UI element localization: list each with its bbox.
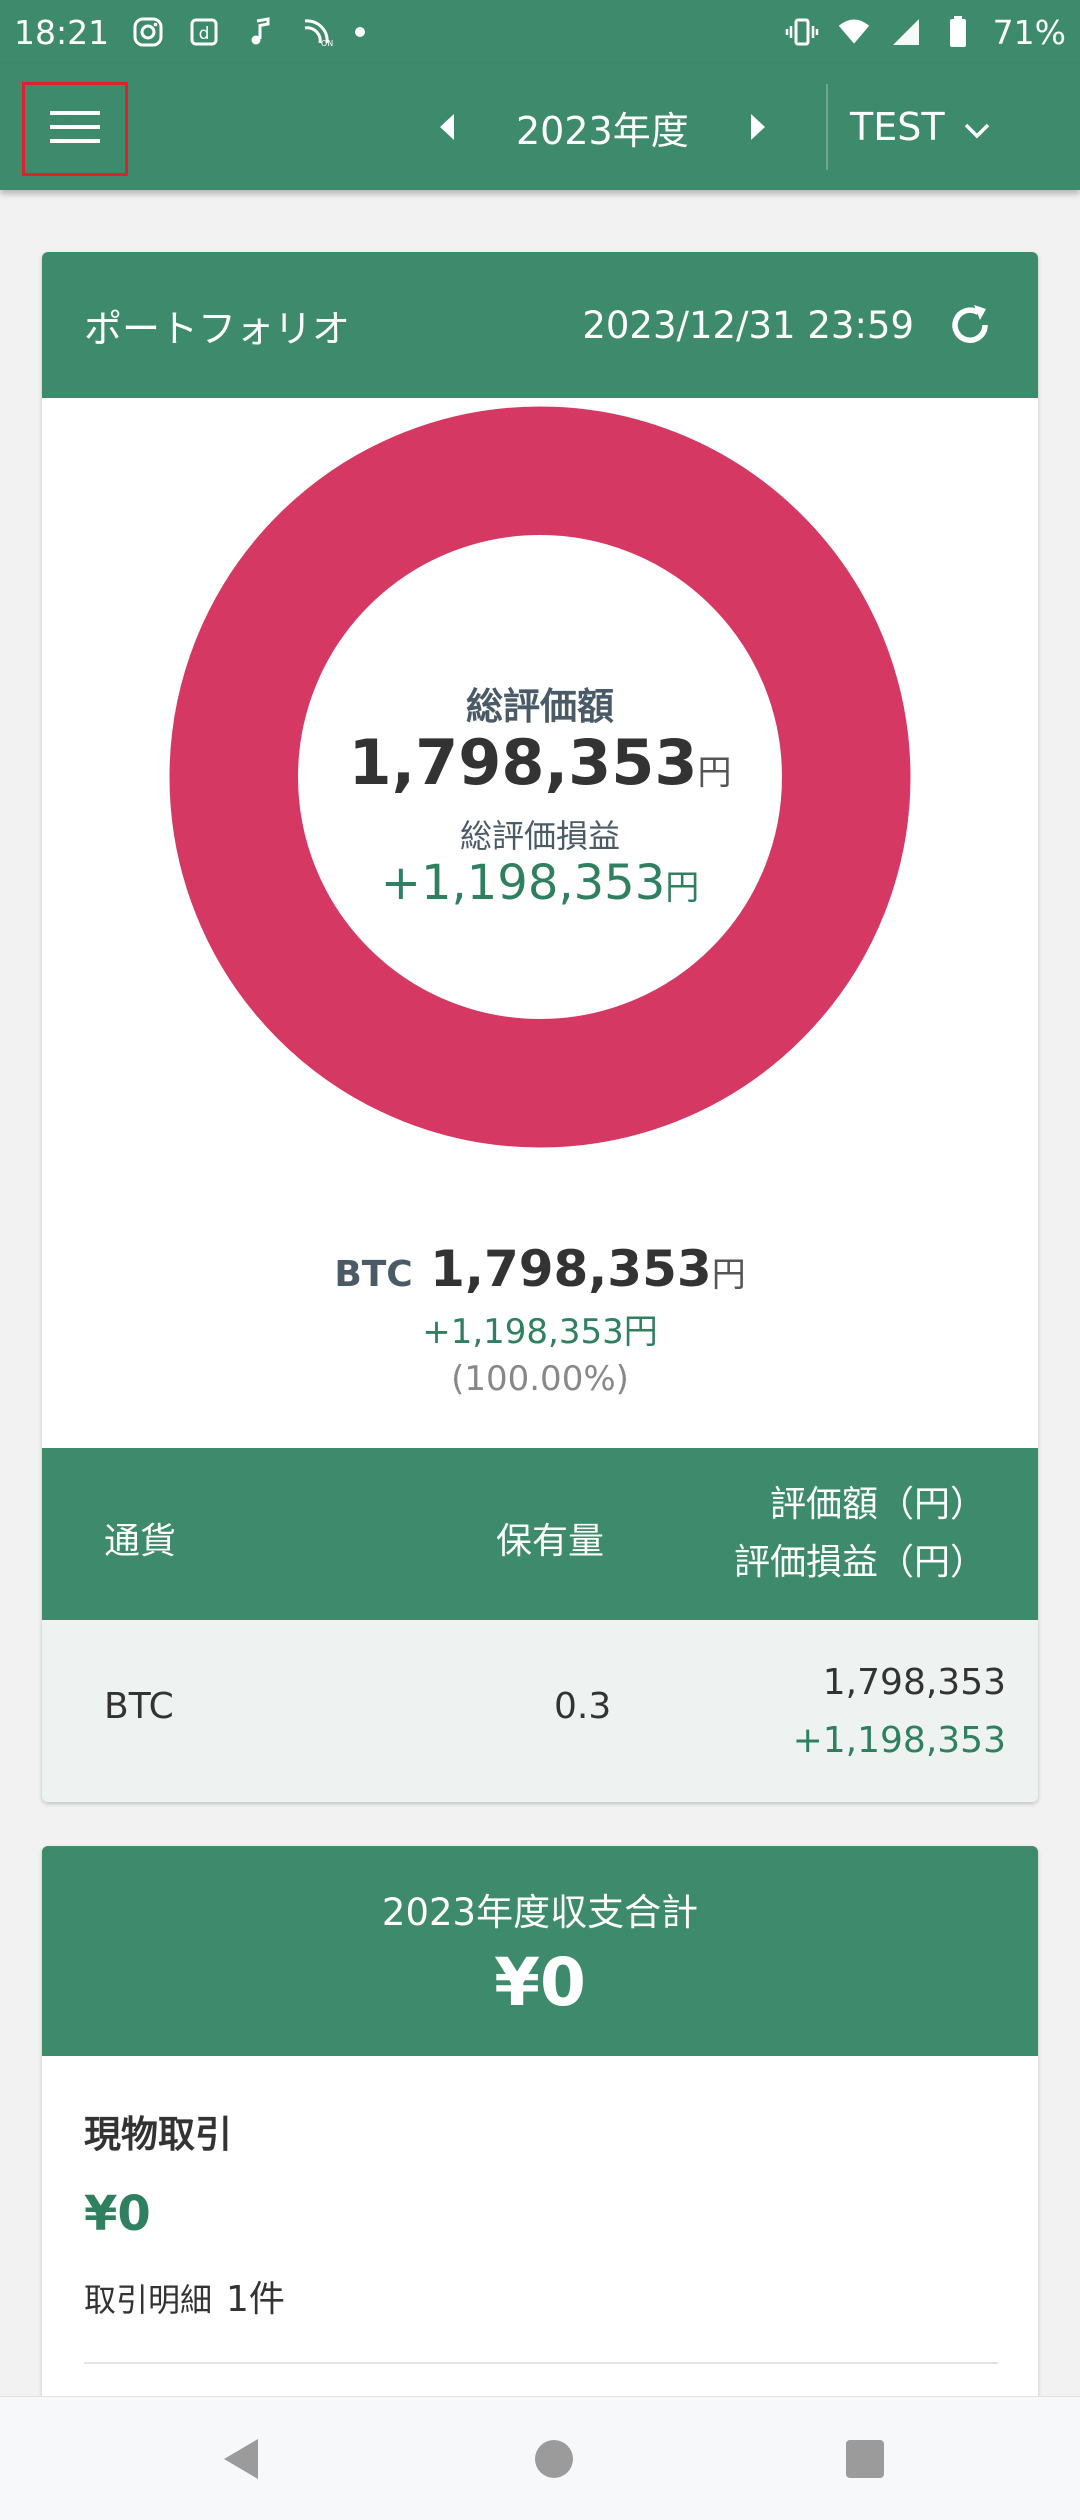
spot-detail: 取引明細 1件: [84, 2270, 998, 2322]
legend-gain-amount: +1,198,353: [422, 1312, 624, 1352]
tv-on-icon: ON: [299, 15, 333, 49]
summary-header: 2023年度収支合計 ¥0: [42, 1846, 1038, 2056]
row-currency: BTC: [104, 1686, 174, 1727]
legend-value: 1,798,353: [430, 1240, 712, 1298]
summary-title: 2023年度収支合計: [381, 1890, 699, 1934]
portfolio-donut-chart: 総評価額 1,798,353円 総評価損益 +1,198,353円: [42, 398, 1038, 1178]
total-gain-amount: +1,198,353: [380, 855, 666, 912]
app-d-icon: d: [187, 15, 221, 49]
spot-trading-section[interactable]: 現物取引 ¥0 取引明細 1件: [84, 2104, 998, 2322]
legend-btc: BTC 1,798,353円: [334, 1240, 745, 1298]
header-gain: 評価損益（円）: [733, 1542, 986, 1583]
home-icon[interactable]: [535, 2440, 573, 2478]
legend-gain-unit: 円: [623, 1312, 658, 1352]
music-note-icon: [243, 15, 277, 49]
back-icon[interactable]: [220, 2435, 262, 2487]
total-gain-unit: 円: [665, 868, 700, 909]
menu-button[interactable]: [22, 82, 128, 176]
vibrate-icon: [785, 15, 819, 49]
legend-unit: 円: [711, 1255, 746, 1295]
signal-icon: [889, 15, 923, 49]
account-label: TEST: [850, 105, 945, 149]
instagram-icon: [131, 15, 165, 49]
battery-level: 71%: [992, 12, 1066, 52]
portfolio-card: ポートフォリオ 2023/12/31 23:59 総評価額 1,798,353円…: [42, 252, 1038, 1802]
system-nav-bar: [0, 2396, 1080, 2520]
row-value: 1,798,353: [822, 1662, 1006, 1703]
total-value-amount: 1,798,353: [348, 726, 698, 800]
holdings-table-header: 通貨 保有量 評価額（円） 評価損益（円）: [42, 1448, 1038, 1620]
row-value-gain: 1,798,353 +1,198,353: [793, 1654, 1006, 1770]
portfolio-date: 2023/12/31 23:59: [582, 303, 914, 347]
section-divider: [84, 2362, 998, 2364]
chevron-down-icon: [963, 105, 991, 149]
portfolio-title: ポートフォリオ: [84, 306, 351, 351]
header-currency: 通貨: [104, 1521, 177, 1562]
header-value-gain: 評価額（円） 評価損益（円）: [734, 1476, 986, 1592]
svg-text:d: d: [199, 24, 210, 44]
chart-legend: BTC 1,798,353円 +1,198,353円 (100.00%): [42, 1240, 1038, 1399]
account-select[interactable]: TEST: [850, 64, 991, 190]
next-year-button[interactable]: [750, 114, 765, 140]
recent-apps-icon[interactable]: [846, 2440, 884, 2478]
year-navigator: 2023年度: [440, 64, 765, 190]
previous-year-button[interactable]: [440, 114, 454, 140]
dot-icon: [355, 27, 366, 37]
row-quantity: 0.3: [554, 1686, 612, 1727]
donut-center: 総評価額 1,798,353円 総評価損益 +1,198,353円: [42, 398, 1038, 1178]
app-bar: 2023年度 TEST: [0, 64, 1080, 190]
header-value: 評価額（円）: [769, 1484, 986, 1525]
svg-text:ON: ON: [321, 39, 333, 48]
status-time: 18:21: [14, 12, 110, 52]
summary-total: ¥0: [494, 1943, 586, 2021]
total-gain: +1,198,353円: [381, 857, 700, 910]
refresh-icon[interactable]: [944, 299, 996, 351]
row-gain: +1,198,353: [792, 1720, 1006, 1761]
legend-percent: (100.00%): [451, 1359, 629, 1399]
portfolio-header: ポートフォリオ 2023/12/31 23:59: [42, 252, 1038, 398]
spot-amount: ¥0: [84, 2186, 151, 2242]
spot-title: 現物取引: [84, 2113, 232, 2156]
total-gain-label: 総評価損益: [459, 817, 620, 856]
table-row[interactable]: BTC 0.3 1,798,353 +1,198,353: [42, 1620, 1038, 1802]
battery-icon: [941, 15, 975, 49]
spot-detail-label: 取引明細: [84, 2281, 213, 2319]
spot-detail-count: 1件: [226, 2279, 285, 2320]
hamburger-icon: [50, 109, 100, 149]
header-quantity: 保有量: [496, 1521, 605, 1562]
wifi-icon: [837, 15, 871, 49]
status-bar: 18:21 d ON 71%: [0, 0, 1080, 64]
total-value-label: 総評価額: [466, 685, 614, 729]
legend-gain: +1,198,353円: [422, 1304, 658, 1353]
legend-symbol: BTC: [334, 1254, 413, 1295]
year-label: 2023年度: [516, 108, 689, 153]
total-value-unit: 円: [697, 753, 732, 794]
app-bar-divider: [826, 84, 828, 170]
total-value: 1,798,353円: [348, 730, 731, 795]
